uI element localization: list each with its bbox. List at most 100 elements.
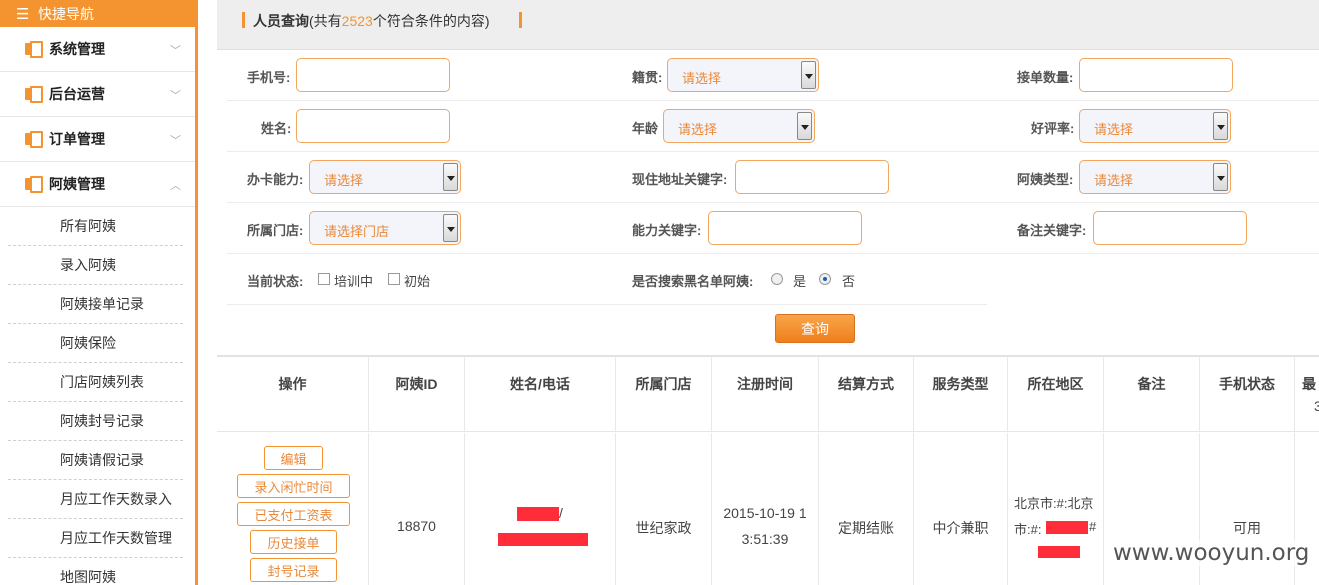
- sidebar-item-add-ayi[interactable]: 录入阿姨: [8, 246, 183, 285]
- ayi-id: 18870: [397, 518, 436, 534]
- title-accent-left: [242, 12, 245, 28]
- store-select[interactable]: 请选择门店: [309, 211, 461, 245]
- status-label: 当前状态:: [247, 274, 304, 289]
- quicknav-label: 快捷导航: [38, 5, 94, 22]
- address-label: 现住地址关键字:: [632, 172, 728, 187]
- rating-select[interactable]: 请选择: [1079, 109, 1231, 143]
- menu-group-label: 订单管理: [49, 131, 105, 147]
- type-select[interactable]: 请选择: [1079, 160, 1231, 194]
- menu-group-operations[interactable]: 后台运营 ﹀: [0, 72, 195, 117]
- card-select-value: 请选择: [324, 173, 364, 188]
- count-prefix: (共有: [309, 13, 342, 29]
- region-line2-suffix: #: [1089, 519, 1097, 534]
- blacklist-yes-radio[interactable]: [771, 273, 783, 285]
- type-select-value: 请选择: [1094, 173, 1134, 188]
- col-header-store: 所属门店: [616, 357, 712, 431]
- col-header-note: 备注: [1104, 357, 1200, 431]
- cell-store: 世纪家政: [616, 433, 712, 585]
- phone-input[interactable]: [296, 58, 450, 92]
- sidebar-item-leave-records[interactable]: 阿姨请假记录: [8, 441, 183, 480]
- chevron-down-icon[interactable]: [801, 61, 816, 89]
- status-training-checkbox[interactable]: [318, 273, 330, 285]
- document-icon: [25, 176, 43, 193]
- sidebar-item-map-ayi[interactable]: 地图阿姨: [8, 558, 183, 585]
- col-header-actions: 操作: [217, 357, 369, 431]
- menu-group-system[interactable]: 系统管理 ﹀: [0, 27, 195, 72]
- age-select[interactable]: 请选择: [663, 109, 815, 143]
- form-row: 姓名: 年龄 请选择 好评率: 请选择: [227, 101, 1319, 152]
- chevron-down-icon[interactable]: [1213, 163, 1228, 191]
- rating-label: 好评率:: [1031, 121, 1075, 136]
- col-header-region: 所在地区: [1008, 357, 1104, 431]
- page-title-text: 人员查询: [253, 13, 309, 29]
- cell-settlement: 定期结账: [819, 433, 914, 585]
- title-accent-right: [519, 12, 522, 28]
- chevron-down-icon[interactable]: [797, 112, 812, 140]
- col-header-service: 服务类型: [914, 357, 1008, 431]
- ban-records-button[interactable]: 封号记录: [250, 558, 337, 582]
- sidebar-item-workdays-input[interactable]: 月应工作天数录入: [8, 480, 183, 519]
- col-header-settlement: 结算方式: [819, 357, 914, 431]
- cell-service: 中介兼职: [914, 433, 1008, 585]
- native-label: 籍贯:: [632, 70, 663, 85]
- region-line1: 北京市:#:北京: [1014, 496, 1094, 511]
- blacklist-yes-label: 是: [793, 274, 807, 289]
- edit-button[interactable]: 编辑: [264, 446, 323, 470]
- paid-salary-button[interactable]: 已支付工资表: [237, 502, 350, 526]
- card-label: 办卡能力:: [247, 172, 304, 187]
- card-select[interactable]: 请选择: [309, 160, 461, 194]
- sidebar-item-insurance[interactable]: 阿姨保险: [8, 324, 183, 363]
- order-history-button[interactable]: 历史接单: [250, 530, 337, 554]
- chevron-down-icon: ﹀: [170, 135, 181, 147]
- cell-name-phone: /: [465, 433, 616, 585]
- form-row: 所属门店: 请选择门店 能力关键字: 备注关键字:: [227, 203, 1319, 254]
- menu-group-orders[interactable]: 订单管理 ﹀: [0, 117, 195, 162]
- col-header-name-phone: 姓名/电话: [465, 357, 616, 431]
- store-label: 所属门店:: [247, 223, 304, 238]
- query-button[interactable]: 查询: [775, 314, 855, 343]
- col-header-last-tail: 3: [1314, 398, 1319, 414]
- menu-group-ayi[interactable]: 阿姨管理 ︿: [0, 162, 195, 207]
- orders-input[interactable]: [1079, 58, 1233, 92]
- form-row: 当前状态: 培训中 初始 是否搜索黑名单阿姨: 是 否: [227, 254, 987, 305]
- sidebar-item-order-records[interactable]: 阿姨接单记录: [8, 285, 183, 324]
- chevron-down-icon: ﹀: [170, 90, 181, 102]
- name-input[interactable]: [296, 109, 450, 143]
- status-initial-label: 初始: [404, 274, 431, 289]
- list-icon: ☰: [16, 5, 30, 23]
- region-line2-prefix: 市:#:: [1014, 522, 1042, 537]
- phone-status-value: 可用: [1233, 520, 1261, 536]
- ability-input[interactable]: [708, 211, 862, 245]
- document-icon: [25, 41, 43, 58]
- col-header-phone-status: 手机状态: [1200, 357, 1295, 431]
- note-input[interactable]: [1093, 211, 1247, 245]
- title-bar: 人员查询(共有2523个符合条件的内容): [217, 0, 1319, 50]
- address-input[interactable]: [735, 160, 889, 194]
- menu-group-label: 后台运营: [49, 86, 105, 102]
- chevron-down-icon[interactable]: [443, 214, 458, 242]
- quicknav-header[interactable]: ☰ 快捷导航: [0, 0, 195, 27]
- cell-reg-time: 2015-10-19 1 3:51:39: [712, 433, 819, 585]
- chevron-down-icon[interactable]: [1213, 112, 1228, 140]
- ability-label: 能力关键字:: [632, 223, 702, 238]
- reg-time-line1: 2015-10-19 1: [723, 505, 807, 521]
- chevron-up-icon: ︿: [170, 180, 181, 192]
- sidebar-item-all-ayi[interactable]: 所有阿姨: [8, 207, 183, 246]
- sidebar-item-store-ayi[interactable]: 门店阿姨列表: [8, 363, 183, 402]
- service-value: 中介兼职: [932, 520, 989, 536]
- age-select-value: 请选择: [678, 122, 718, 137]
- status-initial-checkbox[interactable]: [388, 273, 400, 285]
- blacklist-no-radio[interactable]: [819, 273, 831, 285]
- redacted-name: [517, 507, 559, 521]
- chevron-down-icon: ﹀: [170, 45, 181, 57]
- store-select-value: 请选择门店: [324, 224, 390, 239]
- sidebar-item-workdays-manage[interactable]: 月应工作天数管理: [8, 519, 183, 558]
- sidebar-item-ban-records[interactable]: 阿姨封号记录: [8, 402, 183, 441]
- record-availability-button[interactable]: 录入闲忙时间: [237, 474, 350, 498]
- chevron-down-icon[interactable]: [443, 163, 458, 191]
- native-select[interactable]: 请选择: [667, 58, 819, 92]
- menu-group-label: 阿姨管理: [49, 176, 105, 192]
- search-form: 手机号: 籍贯: 请选择 接单数量: 姓名: 年龄 请选择 好评率: 请选择 办…: [217, 50, 1319, 355]
- status-training-label: 培训中: [334, 274, 374, 289]
- blacklist-label: 是否搜索黑名单阿姨:: [632, 274, 754, 289]
